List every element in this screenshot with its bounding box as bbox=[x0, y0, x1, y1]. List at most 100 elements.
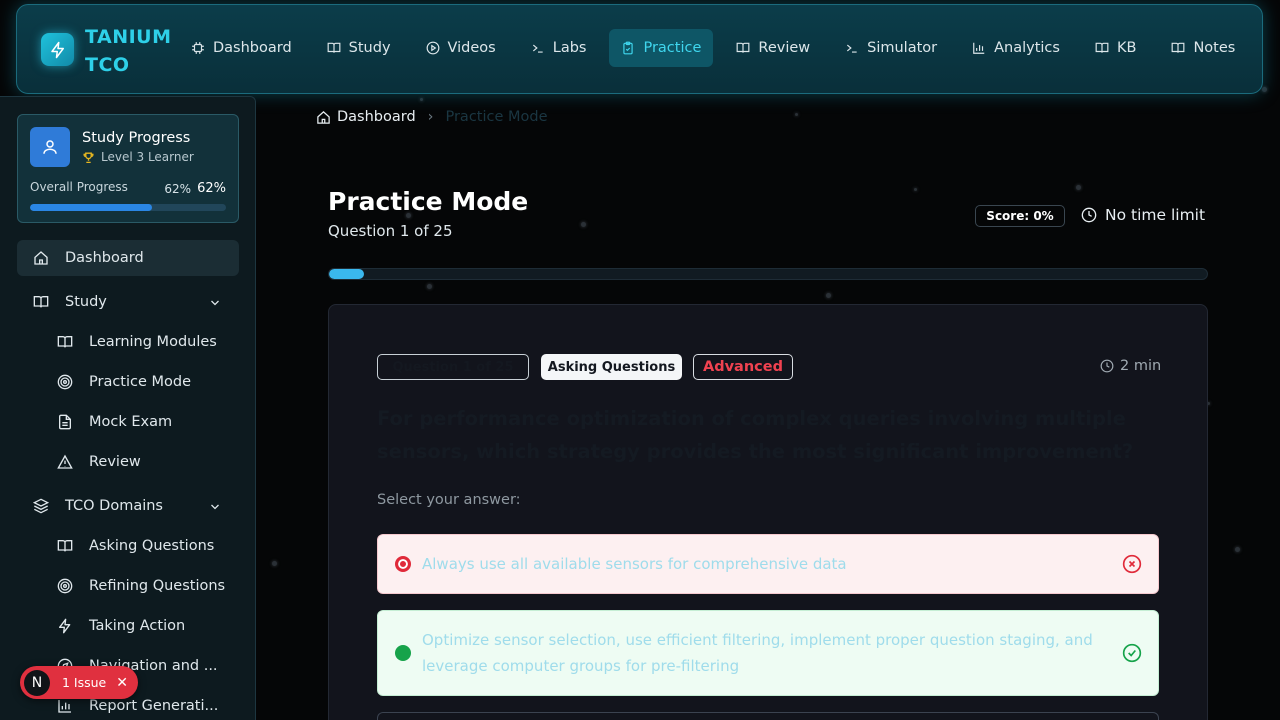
chevron-down-icon bbox=[211, 300, 219, 306]
cpu-icon bbox=[192, 42, 204, 54]
nav-review[interactable]: Review bbox=[724, 29, 822, 67]
target-icon bbox=[57, 374, 73, 390]
time-estimate: 2 min bbox=[1100, 358, 1161, 374]
sidebar-label: TCO Domains bbox=[65, 498, 163, 514]
bar-chart-icon bbox=[973, 42, 985, 54]
answer-option-text: Optimize sensor selection, use efficient… bbox=[422, 631, 1093, 675]
background-dot bbox=[420, 98, 423, 101]
issue-avatar: N bbox=[24, 669, 50, 696]
check-circle-icon bbox=[1122, 643, 1142, 663]
sidebar-item-taking-action[interactable]: Taking Action bbox=[17, 608, 239, 644]
file-text-icon bbox=[59, 414, 71, 430]
lightning-icon[interactable] bbox=[41, 33, 74, 66]
nav-kb[interactable]: KB bbox=[1083, 29, 1148, 67]
overall-progress-percent-large: 62% bbox=[197, 181, 226, 196]
overall-progress-percent: 62% bbox=[164, 182, 191, 196]
nav-label: Study bbox=[348, 40, 391, 56]
sidebar-label: Dashboard bbox=[65, 250, 144, 266]
book-open-icon bbox=[57, 336, 73, 348]
background-dot bbox=[1235, 547, 1240, 552]
book-open-icon bbox=[736, 42, 750, 53]
sidebar-label: Practice Mode bbox=[89, 374, 192, 390]
target-icon bbox=[57, 578, 73, 594]
quiz-progress-fill bbox=[329, 269, 365, 279]
issue-indicator[interactable]: N 1 Issue ✕ bbox=[20, 666, 138, 699]
sidebar-item-study[interactable]: Study bbox=[17, 284, 239, 320]
select-answer-label: Select your answer: bbox=[377, 492, 521, 508]
answer-option-correct[interactable]: Optimize sensor selection, use efficient… bbox=[377, 610, 1159, 696]
overall-progress-label: Overall Progress bbox=[30, 180, 128, 194]
study-progress-card: Study Progress Level 3 Learner Overall P… bbox=[17, 114, 239, 223]
background-dot bbox=[581, 222, 586, 227]
sidebar-item-mock-exam[interactable]: Mock Exam bbox=[17, 404, 239, 440]
radio-correct[interactable] bbox=[395, 645, 411, 661]
breadcrumb-current: Practice Mode bbox=[445, 109, 548, 125]
close-icon[interactable]: ✕ bbox=[116, 675, 128, 691]
sidebar-item-review[interactable]: Review bbox=[17, 444, 239, 480]
radio-selected[interactable] bbox=[395, 556, 411, 572]
terminal-icon bbox=[847, 44, 857, 53]
chevron-down-icon bbox=[211, 504, 219, 510]
app-logo-text[interactable]: TANIUM TCO bbox=[85, 23, 185, 79]
book-icon bbox=[1172, 42, 1185, 53]
nav-notes[interactable]: Notes bbox=[1159, 29, 1247, 67]
answer-option-incorrect[interactable]: Always use all available sensors for com… bbox=[377, 534, 1159, 594]
breadcrumb-home[interactable]: Dashboard bbox=[316, 109, 416, 125]
overall-progress-bar bbox=[30, 204, 226, 211]
sidebar-label: Refining Questions bbox=[89, 578, 226, 594]
difficulty-chip: Advanced bbox=[693, 354, 793, 380]
background-dot bbox=[826, 293, 831, 298]
sidebar-item-learning-modules[interactable]: Learning Modules bbox=[17, 324, 239, 360]
level-text: Level 3 Learner bbox=[101, 150, 194, 164]
nav-videos[interactable]: Videos bbox=[414, 29, 508, 67]
nav-label: Analytics bbox=[994, 40, 1060, 56]
sidebar-item-tco-domains[interactable]: TCO Domains bbox=[17, 488, 239, 524]
background-dot bbox=[272, 561, 277, 566]
nav-label: Practice bbox=[643, 40, 702, 56]
book-icon bbox=[327, 42, 341, 53]
lightning-icon bbox=[59, 618, 71, 634]
terminal-icon bbox=[532, 44, 543, 53]
sidebar-label: Learning Modules bbox=[89, 334, 217, 350]
layers-icon bbox=[33, 498, 49, 514]
nav-labs[interactable]: Labs bbox=[519, 29, 599, 67]
quiz-progress-bar bbox=[328, 268, 1208, 280]
score-badge: Score: 0% bbox=[975, 205, 1065, 227]
nav-analytics[interactable]: Analytics bbox=[960, 29, 1072, 67]
clock-icon bbox=[1100, 359, 1114, 373]
nav-simulator[interactable]: Simulator bbox=[833, 29, 949, 67]
nav-dashboard[interactable]: Dashboard bbox=[179, 29, 304, 67]
nav-label: Simulator bbox=[867, 40, 938, 56]
answer-option[interactable] bbox=[377, 712, 1159, 720]
trophy-icon bbox=[83, 151, 94, 163]
sidebar: Study Progress Level 3 Learner Overall P… bbox=[0, 96, 256, 720]
nav-label: KB bbox=[1116, 40, 1137, 56]
nav-label: Labs bbox=[552, 40, 587, 56]
top-navigation-bar: TANIUM TCO Dashboard Study Videos Labs P… bbox=[16, 4, 1263, 94]
nav-label: Dashboard bbox=[213, 40, 292, 56]
clock-icon bbox=[1081, 207, 1097, 223]
book-open-icon bbox=[57, 540, 73, 552]
question-number-chip: Question 1 of 25 bbox=[377, 354, 529, 380]
page-title: Practice Mode bbox=[328, 187, 529, 216]
nav-study[interactable]: Study bbox=[315, 29, 403, 67]
sidebar-label: Study bbox=[65, 294, 107, 310]
background-dot bbox=[914, 188, 917, 191]
background-dot bbox=[427, 284, 432, 289]
sidebar-label: Review bbox=[89, 454, 141, 470]
sidebar-item-refining-questions[interactable]: Refining Questions bbox=[17, 568, 239, 604]
nav-label: Videos bbox=[447, 40, 496, 56]
nav-practice[interactable]: Practice bbox=[609, 29, 714, 67]
sidebar-label: Taking Action bbox=[89, 618, 186, 634]
nav-label: Notes bbox=[1193, 40, 1236, 56]
question-counter: Question 1 of 25 bbox=[328, 222, 453, 240]
issue-count: 1 Issue bbox=[62, 675, 107, 690]
sidebar-item-practice-mode[interactable]: Practice Mode bbox=[17, 364, 239, 400]
sidebar-item-dashboard[interactable]: Dashboard bbox=[17, 240, 239, 276]
breadcrumb: Dashboard › Practice Mode bbox=[316, 109, 548, 125]
time-limit: No time limit bbox=[1081, 206, 1205, 224]
breadcrumb-home-label: Dashboard bbox=[337, 109, 416, 125]
sidebar-item-asking-questions[interactable]: Asking Questions bbox=[17, 528, 239, 564]
main-nav: Dashboard Study Videos Labs Practice Rev… bbox=[179, 29, 1258, 67]
sidebar-label: Mock Exam bbox=[89, 414, 173, 430]
